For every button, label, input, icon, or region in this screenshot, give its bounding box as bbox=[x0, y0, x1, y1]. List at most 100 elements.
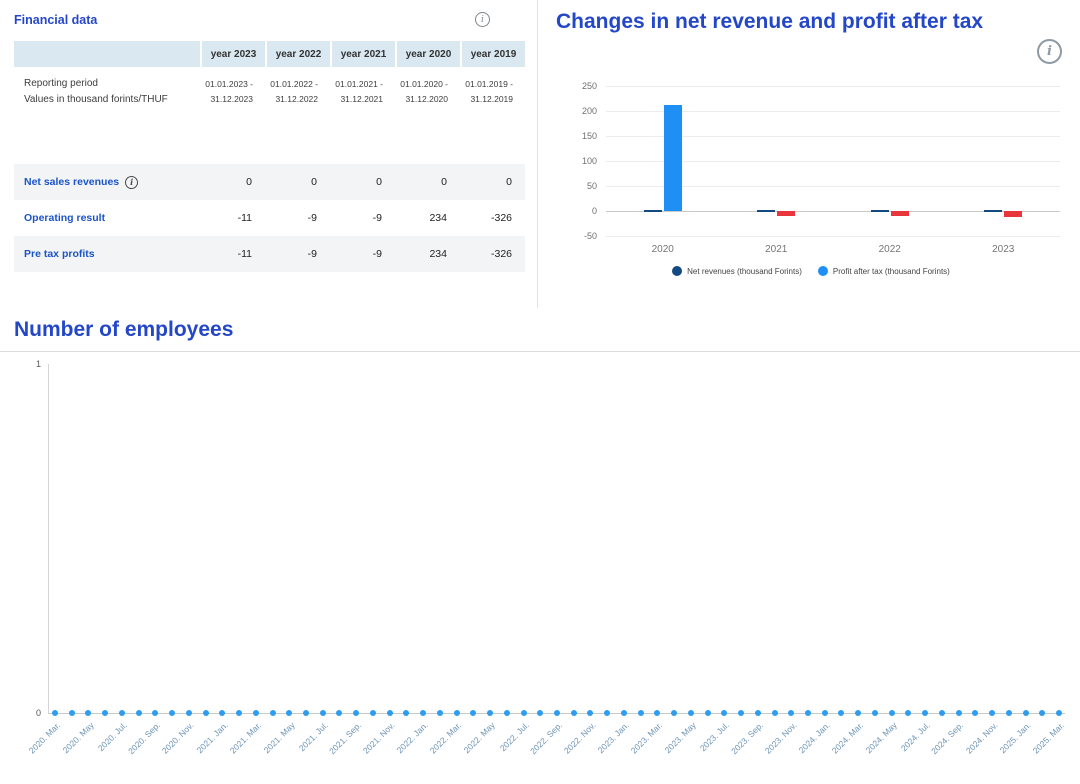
data-point bbox=[85, 710, 91, 716]
period-cell: 01.01.2020 - 31.12.2020 bbox=[395, 67, 460, 108]
y-tick-label: 150 bbox=[582, 131, 597, 141]
data-point bbox=[1056, 710, 1062, 716]
data-point bbox=[504, 710, 510, 716]
period-start: 01.01.2022 - bbox=[265, 77, 318, 92]
period-end: 31.12.2022 bbox=[265, 92, 318, 107]
bar-series0-2021 bbox=[757, 210, 775, 212]
financial-data-panel: Financial data i year 2023 year 2022 yea… bbox=[0, 0, 537, 308]
period-cell: 01.01.2021 - 31.12.2021 bbox=[330, 67, 395, 108]
table-cell: 0 bbox=[395, 164, 460, 200]
table-cell: -9 bbox=[330, 236, 395, 272]
data-point bbox=[52, 710, 58, 716]
revenue-plot: 250200150100500-502020202120222023 bbox=[606, 86, 1060, 236]
data-point bbox=[420, 710, 426, 716]
row-label-pre-tax-profits: Pre tax profits bbox=[14, 236, 200, 272]
y-tick-label: -50 bbox=[584, 231, 597, 241]
data-point bbox=[621, 710, 627, 716]
column-header-2021: year 2021 bbox=[330, 41, 395, 67]
data-point bbox=[437, 710, 443, 716]
reporting-period-label: Reporting period Values in thousand fori… bbox=[14, 67, 200, 108]
bar-series1-2021 bbox=[777, 211, 795, 216]
table-cell: 0 bbox=[265, 164, 330, 200]
info-icon[interactable]: i bbox=[125, 176, 138, 189]
period-start: 01.01.2023 - bbox=[200, 77, 253, 92]
y-tick-label: 250 bbox=[582, 81, 597, 91]
row-label-net-sales-revenues: Net sales revenues i bbox=[14, 164, 200, 200]
info-icon[interactable]: i bbox=[475, 12, 490, 27]
data-point bbox=[186, 710, 192, 716]
data-point bbox=[387, 710, 393, 716]
bar-series1-2020 bbox=[664, 105, 682, 211]
legend-dot-profit-after-tax bbox=[818, 266, 828, 276]
table-header-empty bbox=[14, 41, 200, 67]
column-header-2019: year 2019 bbox=[460, 41, 525, 67]
x-tick-label: 2023 bbox=[992, 244, 1014, 255]
data-point bbox=[889, 710, 895, 716]
data-point bbox=[286, 710, 292, 716]
top-section: Financial data i year 2023 year 2022 yea… bbox=[0, 0, 1080, 308]
data-point bbox=[403, 710, 409, 716]
data-point bbox=[638, 710, 644, 716]
data-point bbox=[738, 710, 744, 716]
period-start: 01.01.2021 - bbox=[330, 77, 383, 92]
data-point bbox=[470, 710, 476, 716]
data-point bbox=[805, 710, 811, 716]
bar-series1-2022 bbox=[891, 211, 909, 216]
data-point bbox=[537, 710, 543, 716]
y-tick-label: 0 bbox=[36, 708, 41, 718]
reporting-period-line2: Values in thousand forints/THUF bbox=[24, 92, 200, 108]
data-point bbox=[487, 710, 493, 716]
data-point bbox=[604, 710, 610, 716]
bar-series0-2020 bbox=[644, 210, 662, 212]
y-tick-label: 100 bbox=[582, 156, 597, 166]
period-start: 01.01.2019 - bbox=[460, 77, 513, 92]
table-cell: -9 bbox=[265, 200, 330, 236]
data-point bbox=[872, 710, 878, 716]
column-header-2020: year 2020 bbox=[395, 41, 460, 67]
y-tick-label: 0 bbox=[592, 206, 597, 216]
data-point bbox=[989, 710, 995, 716]
bar-series0-2022 bbox=[871, 210, 889, 212]
y-tick-label: 200 bbox=[582, 106, 597, 116]
period-start: 01.01.2020 - bbox=[395, 77, 448, 92]
data-point bbox=[855, 710, 861, 716]
data-point bbox=[353, 710, 359, 716]
table-cell: -9 bbox=[265, 236, 330, 272]
data-point bbox=[972, 710, 978, 716]
data-point bbox=[571, 710, 577, 716]
financial-data-title: Financial data bbox=[14, 13, 97, 27]
reporting-period-line1: Reporting period bbox=[24, 76, 200, 92]
employees-plot: 1 0 2020. Mar.2020. May2020. Jul.2020. S… bbox=[48, 364, 1065, 714]
data-point bbox=[772, 710, 778, 716]
period-cell: 01.01.2019 - 31.12.2019 bbox=[460, 67, 525, 108]
financial-table: year 2023 year 2022 year 2021 year 2020 … bbox=[14, 41, 525, 272]
row-label-operating-result: Operating result bbox=[14, 200, 200, 236]
table-cell: -11 bbox=[200, 236, 265, 272]
data-point bbox=[253, 710, 259, 716]
data-point bbox=[136, 710, 142, 716]
data-point bbox=[654, 710, 660, 716]
data-point bbox=[1006, 710, 1012, 716]
data-point bbox=[1023, 710, 1029, 716]
period-end: 31.12.2021 bbox=[330, 92, 383, 107]
data-point bbox=[69, 710, 75, 716]
info-icon[interactable]: i bbox=[1037, 39, 1062, 64]
table-cell: 234 bbox=[395, 200, 460, 236]
bar-series0-2023 bbox=[984, 210, 1002, 212]
data-point bbox=[203, 710, 209, 716]
data-point bbox=[336, 710, 342, 716]
data-point bbox=[119, 710, 125, 716]
table-spacer bbox=[14, 108, 525, 164]
column-header-2023: year 2023 bbox=[200, 41, 265, 67]
table-cell: -9 bbox=[330, 200, 395, 236]
data-point bbox=[370, 710, 376, 716]
data-point bbox=[838, 710, 844, 716]
row-label-text: Pre tax profits bbox=[24, 248, 95, 260]
x-tick-label: 2022 bbox=[879, 244, 901, 255]
table-cell: 234 bbox=[395, 236, 460, 272]
data-point bbox=[905, 710, 911, 716]
employees-section: Number of employees 1 0 2020. Mar.2020. … bbox=[0, 308, 1080, 714]
data-point bbox=[671, 710, 677, 716]
data-point bbox=[320, 710, 326, 716]
revenue-chart-panel: Changes in net revenue and profit after … bbox=[537, 0, 1080, 308]
